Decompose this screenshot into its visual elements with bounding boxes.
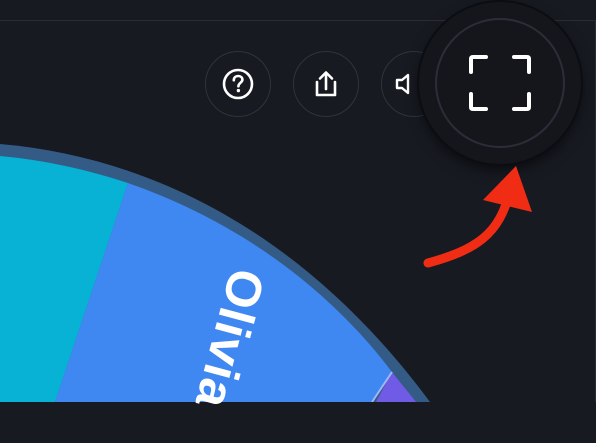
- share-upload-icon: [315, 71, 337, 97]
- wheel-segment-purple: [376, 372, 416, 402]
- curved-arrow-icon: [423, 166, 532, 268]
- wheel-segment-teal: [0, 156, 128, 402]
- fullscreen-button-inner: [435, 18, 565, 148]
- wheel-separator: [371, 371, 393, 402]
- question-circle-icon: [222, 68, 254, 100]
- fullscreen-corners-icon: [469, 55, 531, 111]
- fullscreen-button[interactable]: [419, 2, 581, 164]
- wheel-segment-label: Olivia: [184, 263, 276, 415]
- help-button[interactable]: [205, 51, 271, 117]
- share-button[interactable]: [293, 51, 359, 117]
